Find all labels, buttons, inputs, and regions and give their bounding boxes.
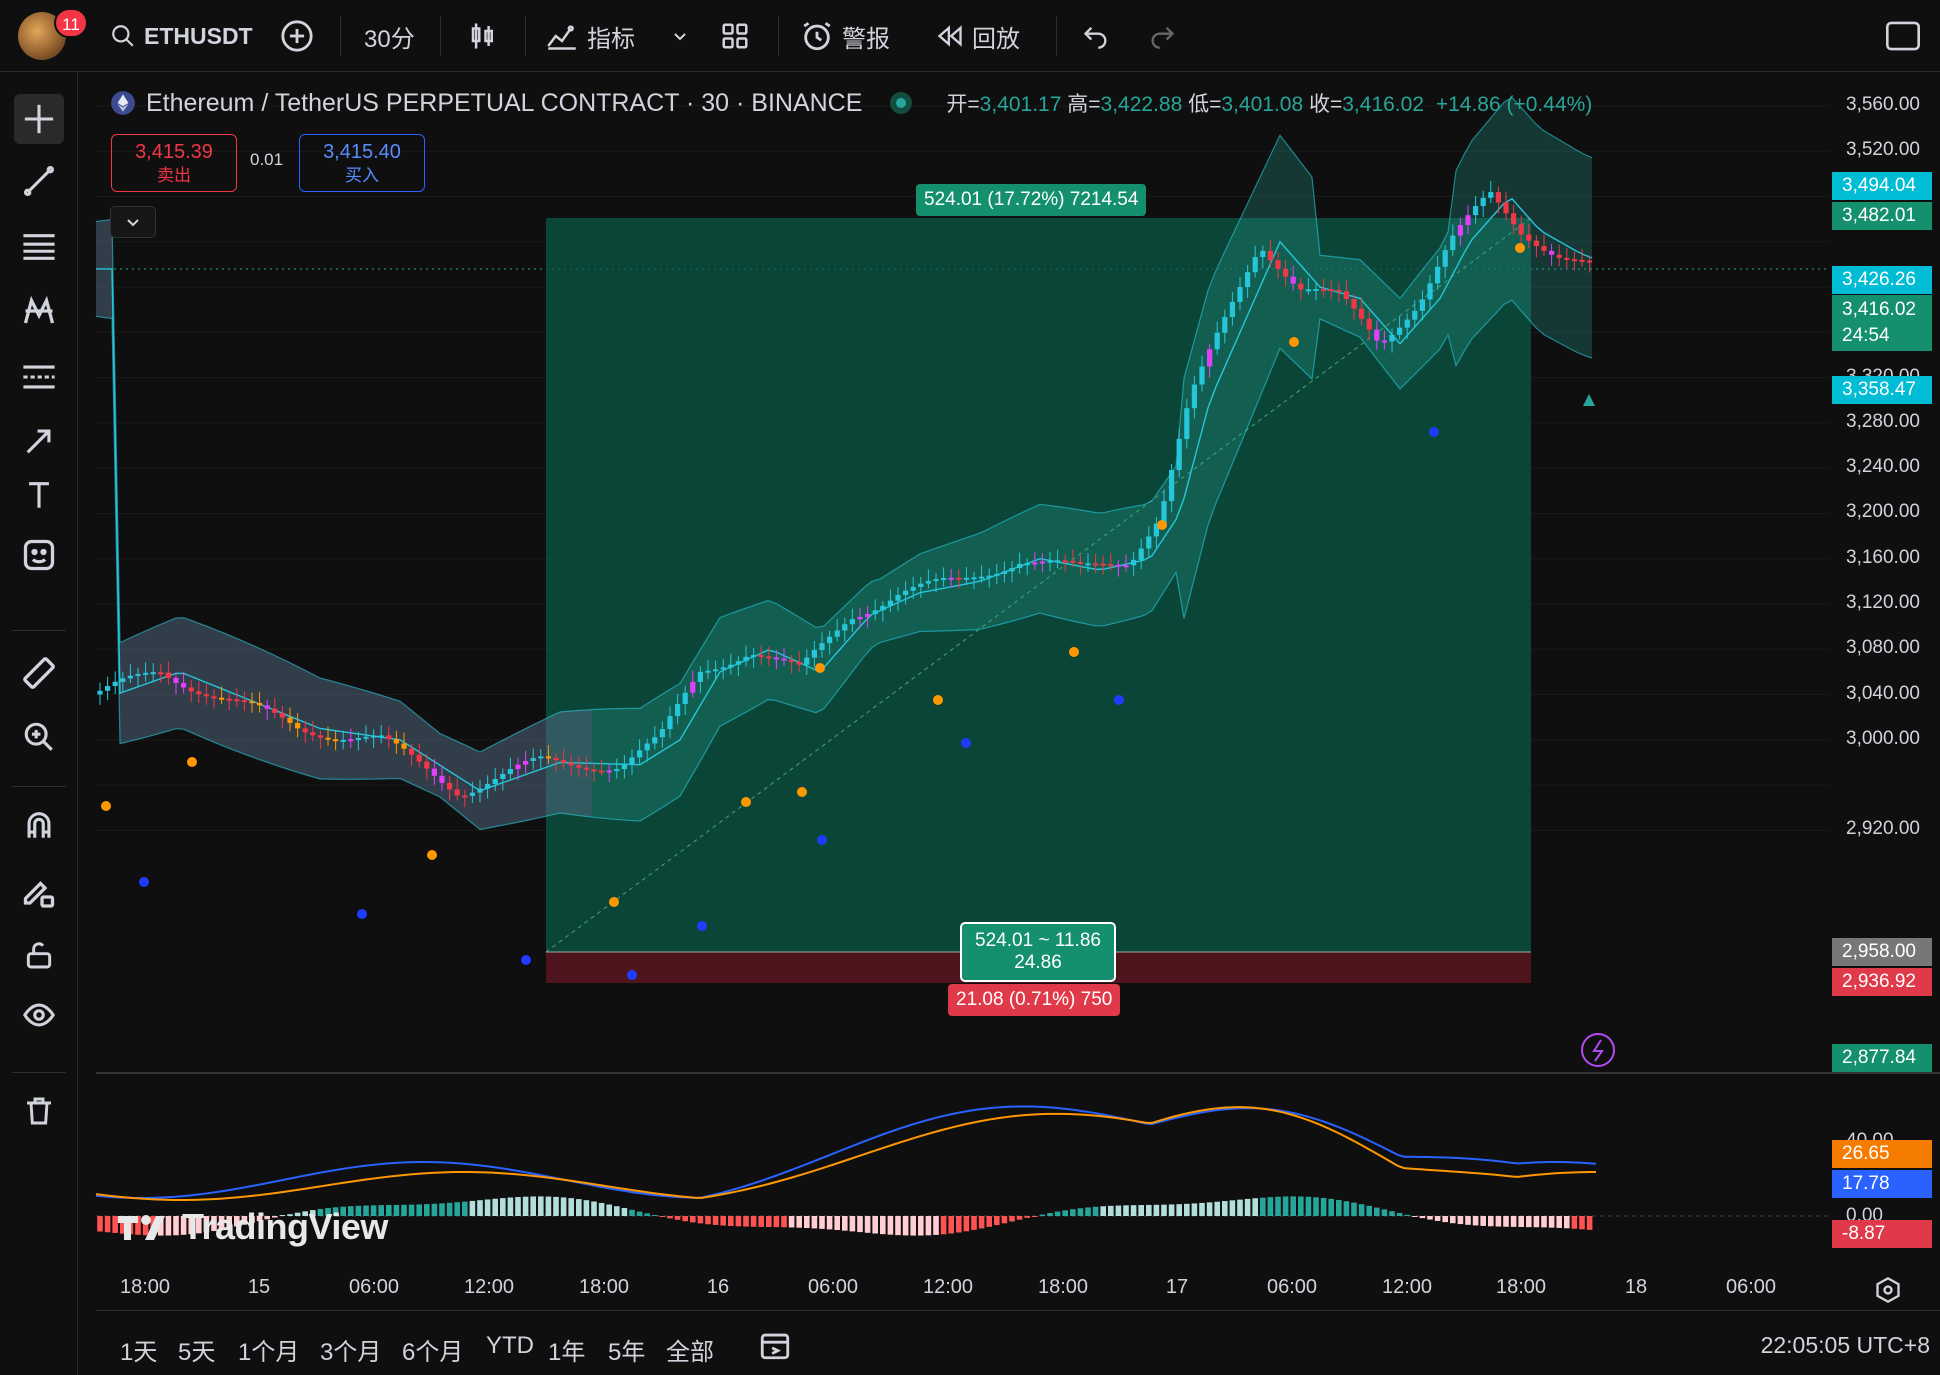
time-axis-label: 06:00: [348, 1276, 400, 1298]
price-axis-label: 3,000.00: [1846, 727, 1920, 749]
price-tag-2936: 2,936.92: [1832, 968, 1932, 996]
goto-date-icon[interactable]: [758, 1328, 792, 1369]
chart-legend: Ethereum / TetherUS PERPETUAL CONTRACT ·…: [110, 88, 1592, 118]
spread-value: 0.01: [250, 150, 284, 169]
ohlc-values: 开=3,401.17 高=3,422.88 低=3,401.08 收=3,416…: [946, 93, 1593, 116]
stop-label[interactable]: 21.08 (0.71%) 750: [948, 984, 1121, 1016]
target-label[interactable]: 524.01 (17.72%) 7214.54: [916, 184, 1147, 216]
market-status-dot: [890, 92, 913, 114]
buy-signal-arrow: [1583, 394, 1595, 406]
price-axis-label: 3,040.00: [1846, 682, 1920, 704]
range-button[interactable]: 1个月: [238, 1332, 299, 1367]
macd-hist-tag: -8.87: [1832, 1220, 1932, 1248]
price-tag-3358: 3,358.47: [1832, 376, 1932, 404]
sell-button[interactable]: 3,415.39 卖出: [111, 134, 237, 192]
last-price-tag: 3,416.02 24:54: [1832, 295, 1932, 351]
time-axis-label: 17: [1165, 1276, 1189, 1298]
time-axis-label: 16: [706, 1276, 730, 1298]
time-axis-label: 18:00: [1495, 1276, 1547, 1298]
price-axis-label: 3,520.00: [1846, 139, 1920, 161]
ethereum-icon: [111, 91, 135, 115]
price-tag-2958: 2,958.00: [1832, 938, 1932, 966]
price-axis-label: 3,200.00: [1846, 501, 1920, 523]
change-value: +14.86 (+0.44%): [1435, 93, 1593, 116]
position-center-label[interactable]: 524.01 ~ 11.86 24.86: [960, 922, 1116, 982]
price-axis-label: 3,160.00: [1846, 546, 1920, 568]
range-button[interactable]: 5天: [178, 1332, 215, 1367]
price-tag-2877: 2,877.84: [1832, 1044, 1932, 1072]
bottom-toolbar: 1天 5天 1个月 3个月 6个月 YTD 1年 5年 全部 22:05:05 UTC+8: [96, 1310, 1940, 1375]
time-axis-label: 18: [1624, 1276, 1648, 1298]
time-axis-label: 06:00: [1266, 1276, 1318, 1298]
time-axis-label: 06:00: [807, 1276, 859, 1298]
price-axis-label: 3,120.00: [1846, 591, 1920, 613]
price-axis-label: 3,080.00: [1846, 637, 1920, 659]
time-axis-label: 06:00: [1725, 1276, 1777, 1298]
time-axis-label: 18:00: [1037, 1276, 1089, 1298]
range-button[interactable]: 全部: [666, 1332, 714, 1367]
range-button[interactable]: 5年: [608, 1332, 645, 1367]
time-axis-label: 12:00: [922, 1276, 974, 1298]
price-axis-label: 2,920.00: [1846, 818, 1920, 840]
range-button[interactable]: 1天: [120, 1332, 157, 1367]
price-axis-label: 3,240.00: [1846, 456, 1920, 478]
range-button[interactable]: 1年: [548, 1332, 585, 1367]
range-button[interactable]: YTD: [486, 1332, 534, 1360]
range-button[interactable]: 6个月: [402, 1332, 463, 1367]
price-tag-3494: 3,494.04: [1832, 172, 1932, 200]
symbol-title[interactable]: Ethereum / TetherUS PERPETUAL CONTRACT ·…: [146, 89, 862, 118]
time-axis-label: 15: [247, 1276, 271, 1298]
time-axis-label: 18:00: [119, 1276, 171, 1298]
time-axis-label: 12:00: [1381, 1276, 1433, 1298]
chevron-down-icon: [127, 219, 139, 227]
price-tag-3426: 3,426.26: [1832, 266, 1932, 294]
clock[interactable]: 22:05:05 UTC+8: [1761, 1332, 1930, 1359]
macd-signal-tag: 26.65: [1832, 1140, 1932, 1168]
tradingview-logo[interactable]: TradingView: [116, 1206, 388, 1248]
price-axis-label: 3,280.00: [1846, 410, 1920, 432]
tv-logo-icon: [118, 1215, 165, 1240]
price-axis-label: 3,560.00: [1846, 94, 1920, 115]
collapse-legend-button[interactable]: [110, 206, 156, 238]
time-axis-label: 12:00: [463, 1276, 515, 1298]
price-tag-3482: 3,482.01: [1832, 202, 1932, 230]
macd-line-tag: 17.78: [1832, 1170, 1932, 1198]
buy-button[interactable]: 3,415.40 买入: [299, 134, 425, 192]
settings-icon[interactable]: [1874, 1276, 1902, 1309]
time-axis-label: 18:00: [578, 1276, 630, 1298]
range-button[interactable]: 3个月: [320, 1332, 381, 1367]
